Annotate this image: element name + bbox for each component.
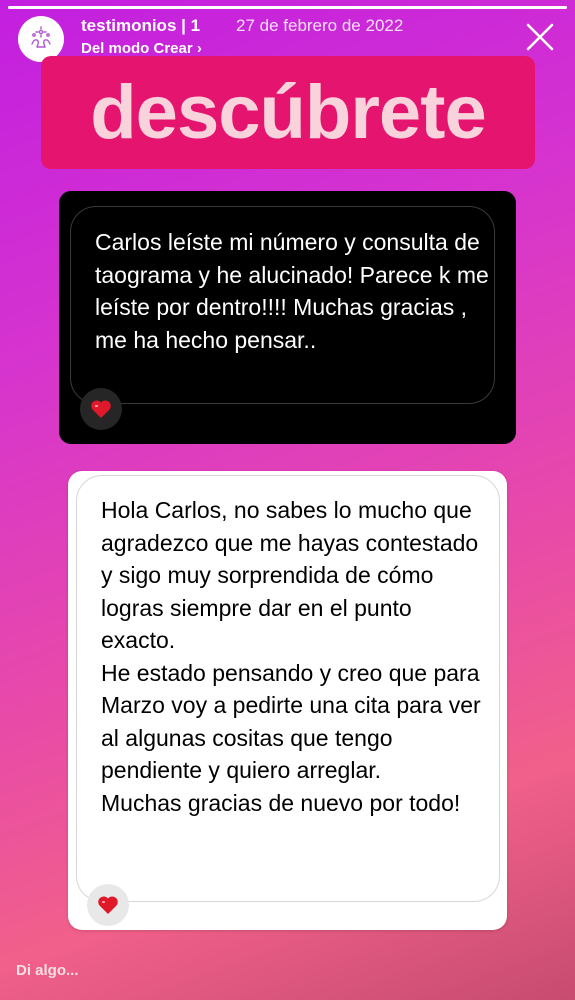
heart-icon — [98, 896, 118, 914]
message-reaction — [80, 388, 122, 430]
message-bubble: Carlos leíste mi número y consulta de ta… — [70, 206, 495, 404]
banner-text: descúbrete — [90, 70, 486, 155]
hands-sparkles-icon — [31, 26, 51, 48]
account-name[interactable]: testimonios | 1 — [81, 16, 200, 36]
close-button[interactable] — [523, 20, 557, 54]
reply-input[interactable] — [8, 944, 567, 996]
message-text: Hola Carlos, no sabes lo mucho que agrad… — [101, 494, 486, 819]
message-bubble: Hola Carlos, no sabes lo mucho que agrad… — [76, 475, 500, 902]
message-text: Carlos leíste mi número y consulta de ta… — [95, 229, 489, 353]
close-icon — [526, 23, 554, 51]
story-progress-fill — [8, 6, 567, 9]
message-card-dark: Carlos leíste mi número y consulta de ta… — [59, 191, 516, 444]
story-date: 27 de febrero de 2022 — [236, 16, 404, 35]
message-card-light: Hola Carlos, no sabes lo mucho que agrad… — [68, 471, 507, 930]
message-paragraph: Muchas gracias de nuevo por todo! — [101, 789, 461, 816]
title-banner: descúbrete — [41, 56, 535, 169]
message-reaction — [87, 884, 129, 926]
story-progress-bar — [8, 6, 567, 9]
heart-icon — [91, 400, 111, 418]
reply-placeholder[interactable]: Di algo... — [16, 962, 79, 979]
message-paragraph: Hola Carlos, no sabes lo mucho que agrad… — [101, 497, 479, 653]
created-with-link[interactable]: Del modo Crear › — [81, 40, 202, 57]
message-paragraph: He estado pensando y creo que para Marzo… — [101, 659, 481, 784]
